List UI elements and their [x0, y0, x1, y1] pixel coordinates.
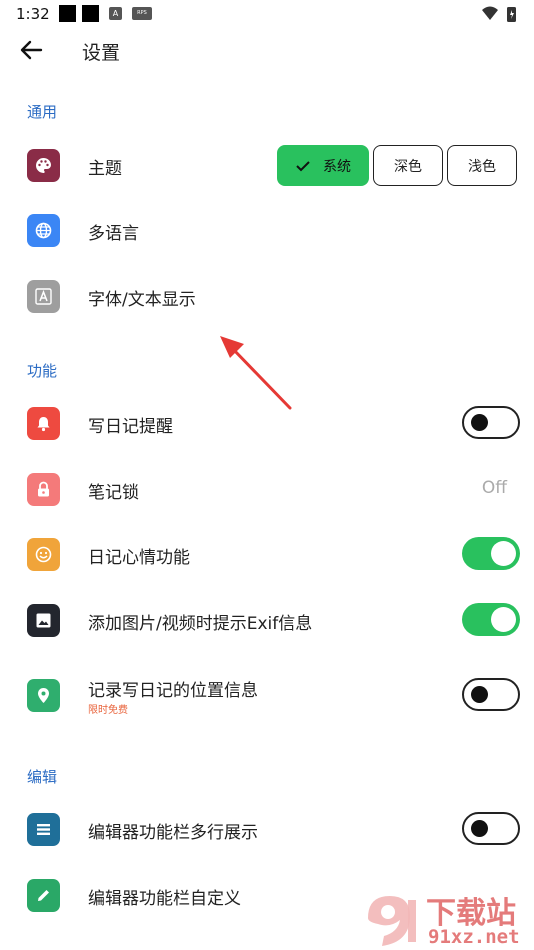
bell-icon	[27, 407, 60, 440]
language-row[interactable]: 多语言	[0, 200, 534, 260]
location-label: 记录写日记的位置信息	[88, 681, 258, 701]
notification-icon	[82, 5, 99, 22]
theme-option-light[interactable]: 浅色	[447, 145, 517, 186]
theme-option-dark[interactable]: 深色	[373, 145, 443, 186]
annotation-arrow-icon	[220, 336, 292, 410]
wifi-battery-icon	[482, 6, 516, 22]
free-tag: 限时免费	[88, 705, 128, 716]
notification-icon	[59, 5, 76, 22]
list-icon	[27, 813, 60, 846]
app-a-icon: A	[109, 7, 122, 20]
app-bar: 设置	[0, 28, 534, 74]
theme-option-label: 深色	[394, 158, 422, 175]
theme-label: 主题	[88, 159, 122, 179]
mood-label: 日记心情功能	[88, 548, 190, 568]
lock-row[interactable]: 笔记锁 Off	[0, 459, 534, 519]
watermark-logo-icon	[368, 896, 416, 946]
toggle-knob	[471, 686, 488, 703]
reminder-toggle[interactable]	[462, 406, 520, 439]
lock-label: 笔记锁	[88, 483, 139, 503]
reminder-label: 写日记提醒	[88, 417, 173, 437]
theme-option-system[interactable]: 系统	[277, 145, 369, 186]
language-label: 多语言	[88, 224, 139, 244]
rps-icon: RPS	[132, 7, 152, 20]
globe-icon	[27, 214, 60, 247]
section-header-general: 通用	[27, 103, 58, 121]
multiline-label: 编辑器功能栏多行展示	[88, 823, 258, 843]
toggle-knob	[471, 414, 488, 431]
page-title: 设置	[82, 42, 121, 64]
palette-icon	[27, 149, 60, 182]
multiline-toggle[interactable]	[462, 812, 520, 845]
exif-row[interactable]: 添加图片/视频时提示Exif信息	[0, 590, 534, 650]
exif-label: 添加图片/视频时提示Exif信息	[88, 614, 313, 634]
watermark-site: 91xz.net	[428, 926, 520, 948]
toggle-knob	[491, 541, 516, 566]
checkmark-icon	[296, 160, 310, 171]
smile-icon	[27, 538, 60, 571]
font-icon	[27, 280, 60, 313]
section-header-features: 功能	[27, 362, 58, 380]
multiline-row[interactable]: 编辑器功能栏多行展示	[0, 799, 534, 859]
location-toggle[interactable]	[462, 678, 520, 711]
image-icon	[27, 604, 60, 637]
section-header-editing: 编辑	[27, 768, 58, 786]
toggle-knob	[471, 820, 488, 837]
font-label: 字体/文本显示	[88, 290, 196, 310]
theme-option-label: 系统	[323, 158, 351, 175]
watermark: 下载站 91xz.net	[360, 888, 534, 950]
location-row[interactable]: 记录写日记的位置信息 限时免费	[0, 666, 534, 732]
exif-toggle[interactable]	[462, 603, 520, 636]
toggle-knob	[491, 607, 516, 632]
lock-icon	[27, 473, 60, 506]
theme-option-label: 浅色	[468, 158, 496, 175]
location-pin-icon	[27, 679, 60, 712]
back-arrow-icon[interactable]	[18, 36, 46, 64]
custom-toolbar-label: 编辑器功能栏自定义	[88, 889, 241, 909]
pencil-icon	[27, 879, 60, 912]
status-bar: 1:32 A RPS	[0, 0, 534, 28]
font-row[interactable]: 字体/文本显示	[0, 266, 534, 326]
mood-row[interactable]: 日记心情功能	[0, 524, 534, 584]
mood-toggle[interactable]	[462, 537, 520, 570]
status-time: 1:32	[16, 5, 50, 23]
lock-status: Off	[481, 478, 507, 498]
